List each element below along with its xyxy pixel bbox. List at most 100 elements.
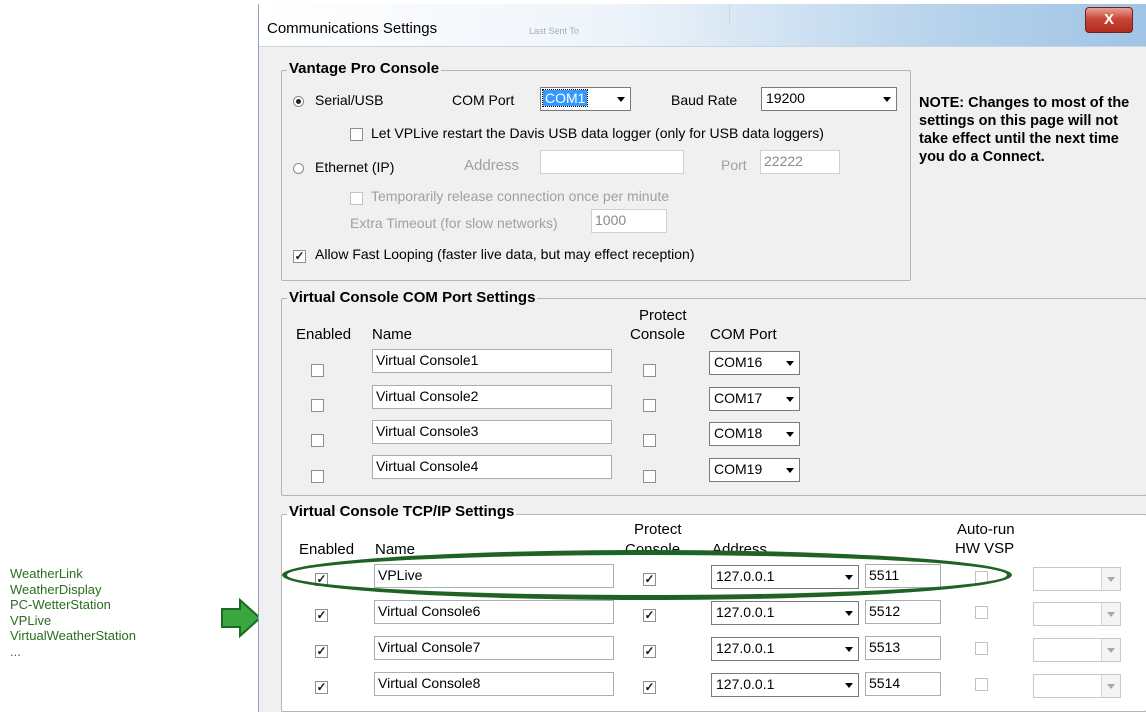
ethernet-label: Ethernet (IP) bbox=[315, 159, 395, 175]
vc-tcp-name-input[interactable]: Virtual Console8 bbox=[374, 672, 614, 696]
vc-tcp-protect-checkbox[interactable]: ✓ bbox=[643, 609, 656, 622]
baud-rate-label: Baud Rate bbox=[671, 92, 738, 108]
header-enabled: Enabled bbox=[299, 541, 355, 558]
baud-rate-value: 19200 bbox=[766, 90, 805, 106]
vc-tcp-protect-checkbox[interactable]: ✓ bbox=[643, 681, 656, 694]
com-port-value: COM1 bbox=[541, 89, 589, 107]
header-protect: Protect bbox=[634, 521, 682, 538]
chevron-down-icon[interactable] bbox=[1101, 603, 1120, 625]
vc-com-port-select[interactable]: COM18 bbox=[709, 422, 800, 446]
vc-com-name-input[interactable]: Virtual Console1 bbox=[372, 349, 612, 373]
address-label: Address bbox=[464, 157, 520, 174]
vc-com-enabled-checkbox[interactable] bbox=[311, 470, 324, 483]
window-title: Communications Settings bbox=[267, 20, 438, 37]
vc-com-port-value: COM18 bbox=[714, 425, 763, 441]
extra-timeout-input[interactable]: 1000 bbox=[591, 209, 667, 233]
chevron-down-icon[interactable] bbox=[1101, 568, 1120, 590]
ethernet-radio[interactable] bbox=[293, 163, 304, 174]
vc-com-port-select[interactable]: COM19 bbox=[709, 458, 800, 482]
vc-com-name-input[interactable]: Virtual Console2 bbox=[372, 385, 612, 409]
vc-tcp-protect-checkbox[interactable]: ✓ bbox=[643, 645, 656, 658]
note-text: NOTE: Changes to most of the settings on… bbox=[919, 95, 1130, 165]
vc-tcp-hwvsp-select[interactable] bbox=[1033, 674, 1121, 698]
fast-looping-checkbox[interactable]: ✓ bbox=[293, 250, 306, 263]
vc-tcp-hwvsp-select[interactable] bbox=[1033, 602, 1121, 626]
serial-usb-radio[interactable] bbox=[293, 96, 304, 107]
background-window-text: Last Sent To bbox=[529, 26, 579, 36]
close-button[interactable]: X bbox=[1085, 7, 1133, 33]
header-console: Console bbox=[630, 326, 686, 343]
vc-com-protect-checkbox[interactable] bbox=[643, 364, 656, 377]
chevron-down-icon[interactable] bbox=[781, 459, 799, 481]
vc-com-name-input[interactable]: Virtual Console4 bbox=[372, 455, 612, 479]
vc-tcp-autorun-checkbox[interactable] bbox=[975, 678, 988, 691]
vc-tcp-autorun-checkbox[interactable] bbox=[975, 642, 988, 655]
annotation-item: VirtualWeatherStation bbox=[10, 628, 136, 643]
vc-tcp-enabled-checkbox[interactable]: ✓ bbox=[315, 609, 328, 622]
vc-com-enabled-checkbox[interactable] bbox=[311, 364, 324, 377]
temporarily-release-checkbox[interactable] bbox=[350, 192, 363, 205]
header-auto-run: Auto-run bbox=[957, 521, 1015, 538]
baud-rate-select[interactable]: 19200 bbox=[761, 87, 897, 111]
vantage-pro-group-title: Vantage Pro Console bbox=[287, 60, 442, 77]
chevron-down-icon[interactable] bbox=[840, 602, 858, 624]
header-enabled: Enabled bbox=[296, 326, 352, 343]
vc-tcp-address-select[interactable]: 127.0.0.1 bbox=[711, 637, 859, 661]
fast-looping-label: Allow Fast Looping (faster live data, bu… bbox=[315, 246, 695, 262]
vc-tcp-name-input[interactable]: Virtual Console7 bbox=[374, 636, 614, 660]
chevron-down-icon[interactable] bbox=[612, 88, 630, 110]
annotation-item: ... bbox=[10, 643, 21, 659]
chevron-down-icon[interactable] bbox=[840, 674, 858, 696]
vc-com-port-value: COM19 bbox=[714, 461, 763, 477]
title-bar-divider bbox=[729, 4, 730, 24]
temporarily-release-label: Temporarily release connection once per … bbox=[371, 188, 670, 204]
vc-tcp-address-select[interactable]: 127.0.0.1 bbox=[711, 673, 859, 697]
annotation-list: WeatherLink WeatherDisplay PC-WetterStat… bbox=[10, 566, 136, 659]
annotation-item: PC-WetterStation bbox=[10, 597, 111, 612]
ethernet-address-input[interactable] bbox=[540, 150, 684, 174]
vc-tcp-port-input[interactable]: 5514 bbox=[865, 672, 941, 696]
restart-usb-logger-label: Let VPLive restart the Davis USB data lo… bbox=[371, 125, 824, 141]
chevron-down-icon[interactable] bbox=[781, 388, 799, 410]
chevron-down-icon[interactable] bbox=[1101, 639, 1120, 661]
vc-tcp-hwvsp-select[interactable] bbox=[1033, 638, 1121, 662]
vc-tcp-name-input[interactable]: Virtual Console6 bbox=[374, 600, 614, 624]
vc-tcp-address-value: 127.0.0.1 bbox=[716, 676, 775, 692]
vc-com-enabled-checkbox[interactable] bbox=[311, 399, 324, 412]
communications-settings-dialog: Last Sent To Communications Settings X V… bbox=[258, 4, 1146, 712]
vc-tcp-hwvsp-select[interactable] bbox=[1033, 567, 1121, 591]
vc-tcp-enabled-checkbox[interactable]: ✓ bbox=[315, 681, 328, 694]
vc-tcp-autorun-checkbox[interactable] bbox=[975, 606, 988, 619]
port-label: Port bbox=[721, 157, 747, 173]
chevron-down-icon[interactable] bbox=[878, 88, 896, 110]
chevron-down-icon[interactable] bbox=[781, 423, 799, 445]
title-bar: Last Sent To Communications Settings X bbox=[259, 4, 1146, 47]
restart-usb-logger-checkbox[interactable] bbox=[350, 128, 363, 141]
chevron-down-icon[interactable] bbox=[1101, 675, 1120, 697]
vc-com-port-select[interactable]: COM17 bbox=[709, 387, 800, 411]
chevron-down-icon[interactable] bbox=[781, 352, 799, 374]
ethernet-port-input[interactable]: 22222 bbox=[760, 150, 840, 174]
vc-tcp-enabled-checkbox[interactable]: ✓ bbox=[315, 645, 328, 658]
vc-com-protect-checkbox[interactable] bbox=[643, 470, 656, 483]
vc-tcp-port-input[interactable]: 5512 bbox=[865, 600, 941, 624]
vc-com-protect-checkbox[interactable] bbox=[643, 434, 656, 447]
vc-com-port-value: COM16 bbox=[714, 354, 763, 370]
vc-tcp-port-input[interactable]: 5513 bbox=[865, 636, 941, 660]
com-port-label: COM Port bbox=[452, 92, 515, 108]
annotation-item: WeatherLink bbox=[10, 566, 83, 581]
header-protect: Protect bbox=[639, 307, 687, 324]
green-arrow-icon bbox=[221, 598, 262, 638]
vc-com-enabled-checkbox[interactable] bbox=[311, 434, 324, 447]
vc-tcp-address-select[interactable]: 127.0.0.1 bbox=[711, 601, 859, 625]
extra-timeout-label: Extra Timeout (for slow networks) bbox=[350, 215, 558, 231]
vc-com-port-select[interactable]: COM16 bbox=[709, 351, 800, 375]
com-port-select[interactable]: COM1 bbox=[540, 87, 631, 111]
vc-com-port-value: COM17 bbox=[714, 390, 763, 406]
serial-usb-label: Serial/USB bbox=[315, 92, 384, 108]
header-hw-vsp: HW VSP bbox=[955, 540, 1015, 557]
vc-com-name-input[interactable]: Virtual Console3 bbox=[372, 420, 612, 444]
vc-tcp-address-value: 127.0.0.1 bbox=[716, 640, 775, 656]
vc-com-protect-checkbox[interactable] bbox=[643, 399, 656, 412]
chevron-down-icon[interactable] bbox=[840, 638, 858, 660]
